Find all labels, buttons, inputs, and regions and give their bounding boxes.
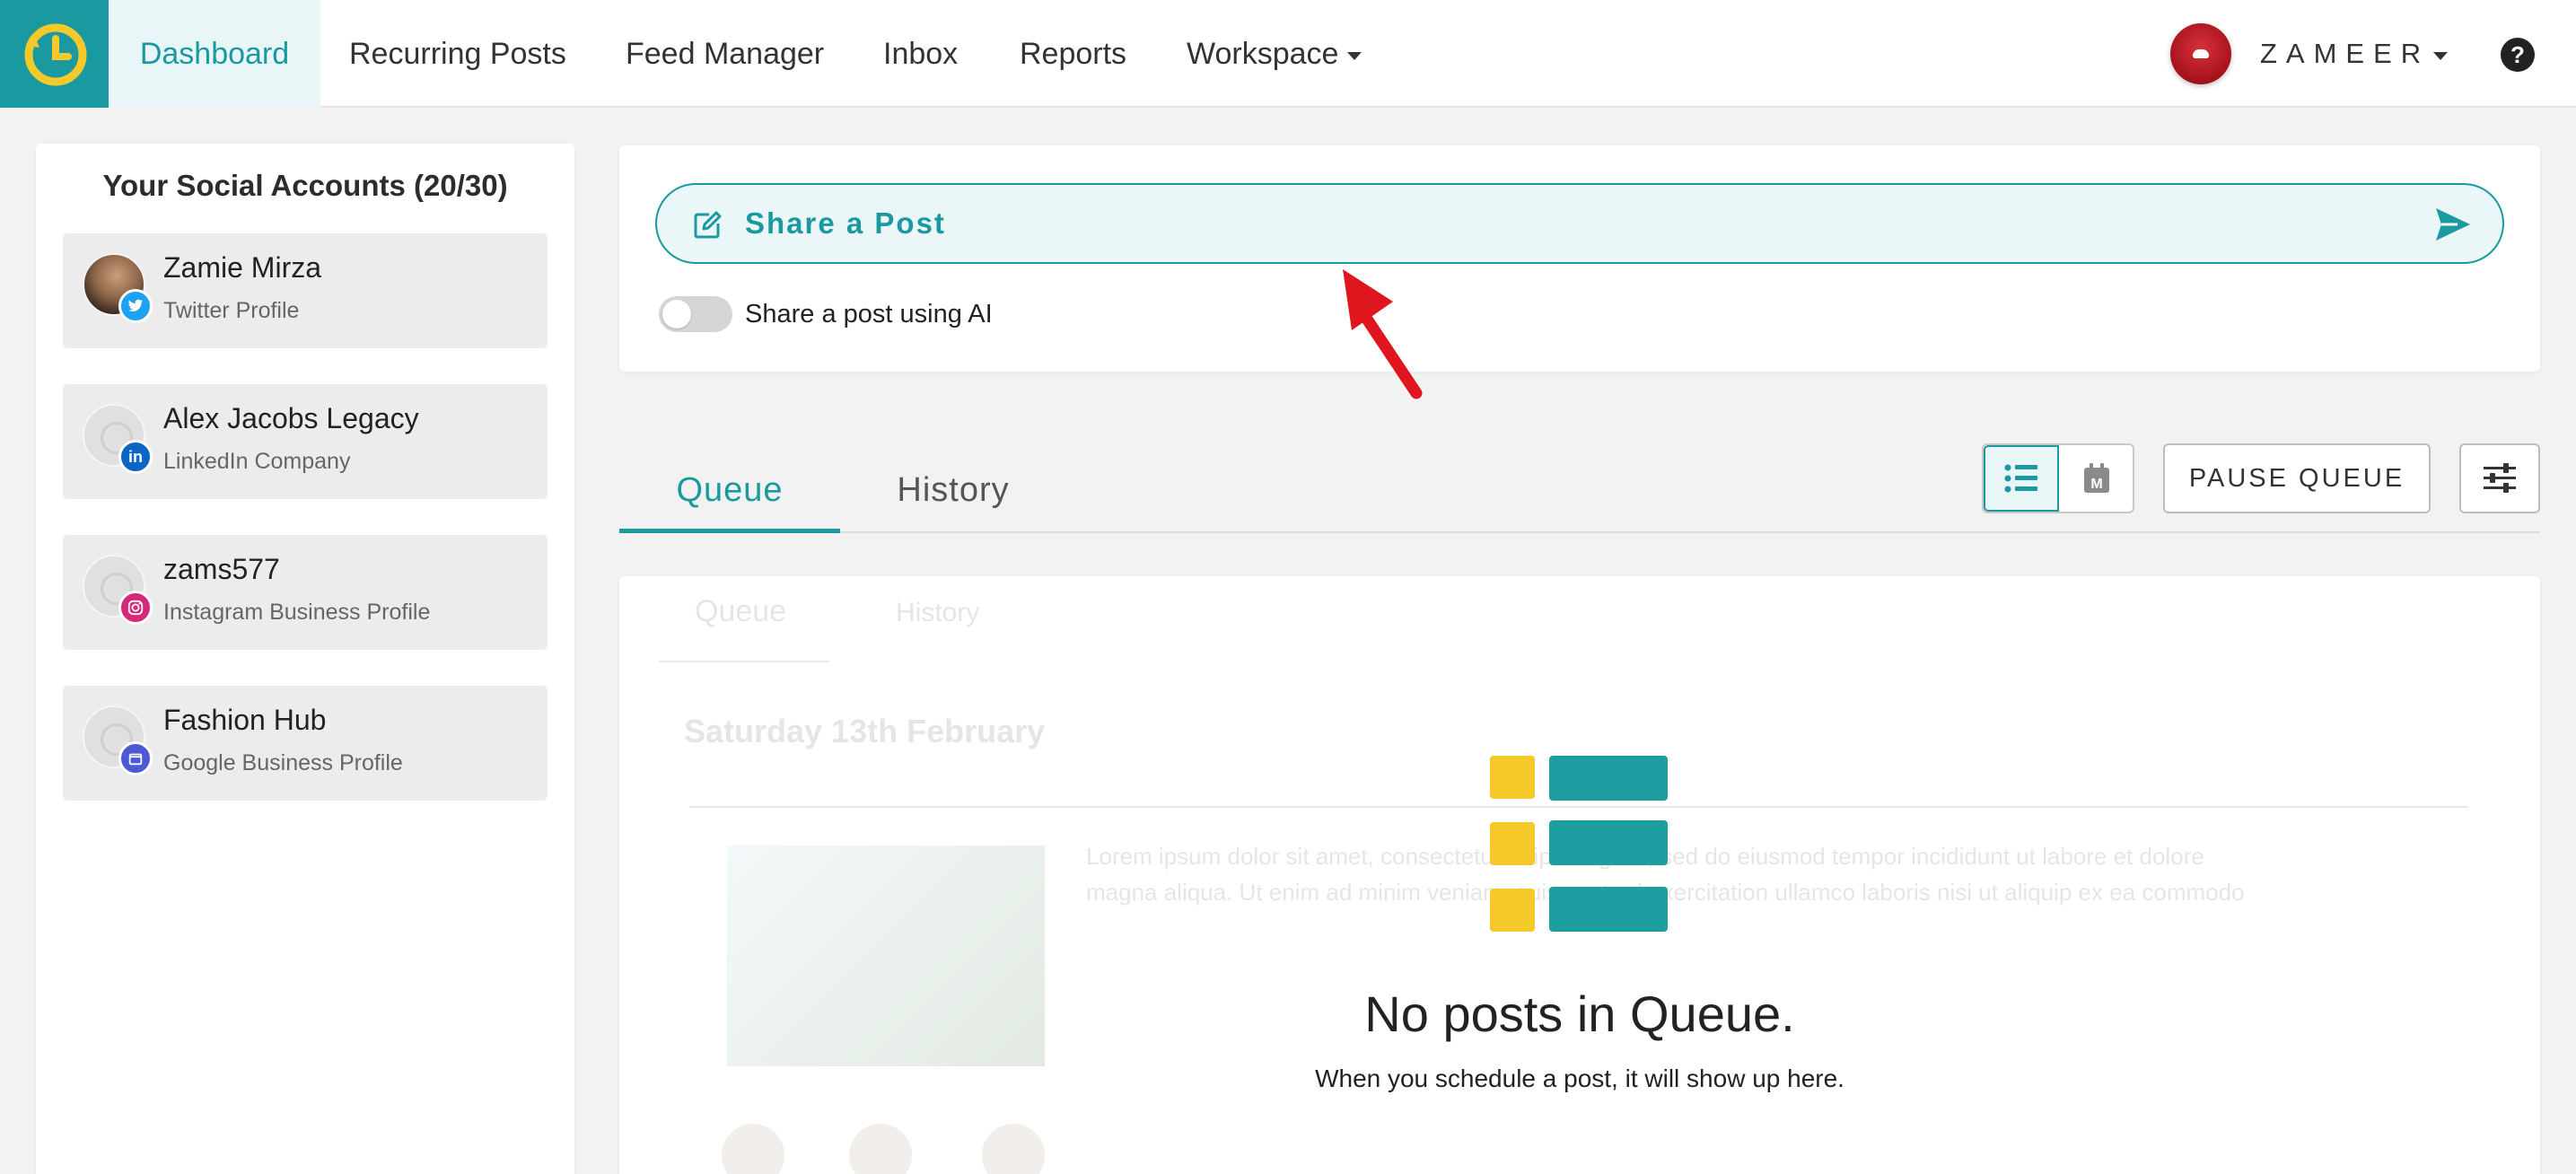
send-icon[interactable]	[2431, 203, 2474, 246]
twitter-icon	[118, 289, 153, 323]
illus-square	[1490, 889, 1535, 932]
queue-panel: Queue History Saturday 13th February Lor…	[619, 576, 2540, 1174]
linkedin-icon: in	[118, 440, 153, 474]
empty-queue-illustration-icon	[1490, 756, 1669, 935]
illus-square	[1490, 756, 1535, 799]
tab-history[interactable]: History	[863, 449, 1043, 531]
account-type: Twitter Profile	[163, 298, 300, 323]
share-post-input[interactable]: Share a Post	[655, 183, 2504, 264]
nav-inbox[interactable]: Inbox	[883, 0, 958, 108]
account-card[interactable]: zams577 Instagram Business Profile	[63, 535, 548, 650]
calendar-letter: M	[2090, 477, 2102, 492]
nav-feed-manager[interactable]: Feed Manager	[626, 0, 824, 108]
clock-logo-icon	[24, 23, 86, 86]
illus-bar	[1549, 887, 1668, 932]
tab-queue-label: Queue	[676, 470, 784, 509]
nav-feed-manager-label: Feed Manager	[626, 36, 825, 71]
nav-dashboard[interactable]: Dashboard	[109, 0, 320, 108]
calendar-icon: M	[2084, 463, 2109, 493]
account-name: zams577	[163, 553, 280, 585]
tabs-divider	[619, 531, 2540, 533]
pause-queue-button[interactable]: PAUSE QUEUE	[2163, 443, 2431, 513]
nav-workspace-dropdown[interactable]: Workspace	[1187, 0, 1362, 108]
ai-toggle-switch[interactable]	[659, 296, 732, 332]
empty-queue-title: No posts in Queue.	[1364, 986, 1795, 1042]
empty-queue-subtitle: When you schedule a post, it will show u…	[1315, 1064, 1844, 1092]
active-tab-indicator	[619, 529, 840, 533]
tab-queue[interactable]: Queue	[619, 449, 840, 531]
app-logo[interactable]	[0, 0, 109, 108]
nav-reports[interactable]: Reports	[1020, 0, 1126, 108]
ghost-avatar	[982, 1124, 1045, 1174]
social-accounts-sidebar: Your Social Accounts (20/30) Zamie Mirza…	[36, 144, 574, 1174]
sliders-icon	[2484, 463, 2516, 493]
ai-toggle-label: Share a post using AI	[745, 299, 993, 329]
ghost-avatar	[849, 1124, 912, 1174]
share-post-card: Share a Post Share a post using AI	[619, 145, 2540, 372]
account-name: Fashion Hub	[163, 704, 327, 736]
ghost-divider	[659, 661, 829, 662]
help-glyph: ?	[2510, 40, 2525, 68]
nav-inbox-label: Inbox	[883, 36, 959, 71]
calendar-view-button[interactable]: M	[2059, 445, 2133, 512]
chevron-down-icon	[2433, 51, 2449, 60]
illus-bar	[1549, 820, 1668, 865]
user-name: ZAMEER	[2260, 38, 2431, 69]
account-name: Zamie Mirza	[163, 251, 322, 284]
nav-dashboard-label: Dashboard	[139, 36, 290, 71]
help-icon[interactable]: ?	[2501, 38, 2535, 72]
ghost-avatar	[722, 1124, 784, 1174]
account-card[interactable]: in Alex Jacobs Legacy LinkedIn Company	[63, 384, 548, 499]
share-post-label: Share a Post	[745, 206, 946, 240]
google-business-icon	[118, 741, 153, 775]
nav-recurring-posts[interactable]: Recurring Posts	[349, 0, 566, 108]
nav-workspace-label: Workspace	[1187, 36, 1339, 71]
list-icon	[2004, 464, 2037, 493]
avatar-mark-icon	[2193, 49, 2209, 58]
top-navbar: Dashboard Recurring Posts Feed Manager I…	[0, 0, 2576, 108]
chevron-down-icon	[1347, 51, 1362, 60]
nav-recurring-posts-label: Recurring Posts	[349, 36, 566, 71]
illus-square	[1490, 822, 1535, 865]
illus-bar	[1549, 756, 1668, 801]
user-menu[interactable]: ZAMEER	[2260, 0, 2449, 108]
annotation-arrow-icon	[1343, 269, 1423, 399]
ghost-tab-history: History	[896, 598, 980, 627]
sidebar-title: Your Social Accounts (20/30)	[102, 169, 508, 202]
nav-reports-label: Reports	[1020, 36, 1127, 71]
filter-settings-button[interactable]	[2459, 443, 2540, 513]
user-avatar[interactable]	[2170, 23, 2231, 84]
view-toggle: M	[1982, 443, 2134, 513]
account-name: Alex Jacobs Legacy	[163, 402, 419, 434]
ghost-date: Saturday 13th February	[684, 713, 1046, 749]
tab-history-label: History	[897, 470, 1010, 509]
account-card[interactable]: Fashion Hub Google Business Profile	[63, 686, 548, 801]
account-type: Google Business Profile	[163, 750, 403, 775]
account-type: Instagram Business Profile	[163, 600, 431, 625]
instagram-icon	[118, 591, 153, 625]
account-card[interactable]: Zamie Mirza Twitter Profile	[63, 233, 548, 348]
list-view-button[interactable]	[1984, 445, 2059, 512]
ghost-tab-queue: Queue	[695, 594, 787, 628]
pause-queue-label: PAUSE QUEUE	[2188, 463, 2405, 493]
edit-icon	[694, 211, 722, 239]
account-type: LinkedIn Company	[163, 449, 351, 474]
